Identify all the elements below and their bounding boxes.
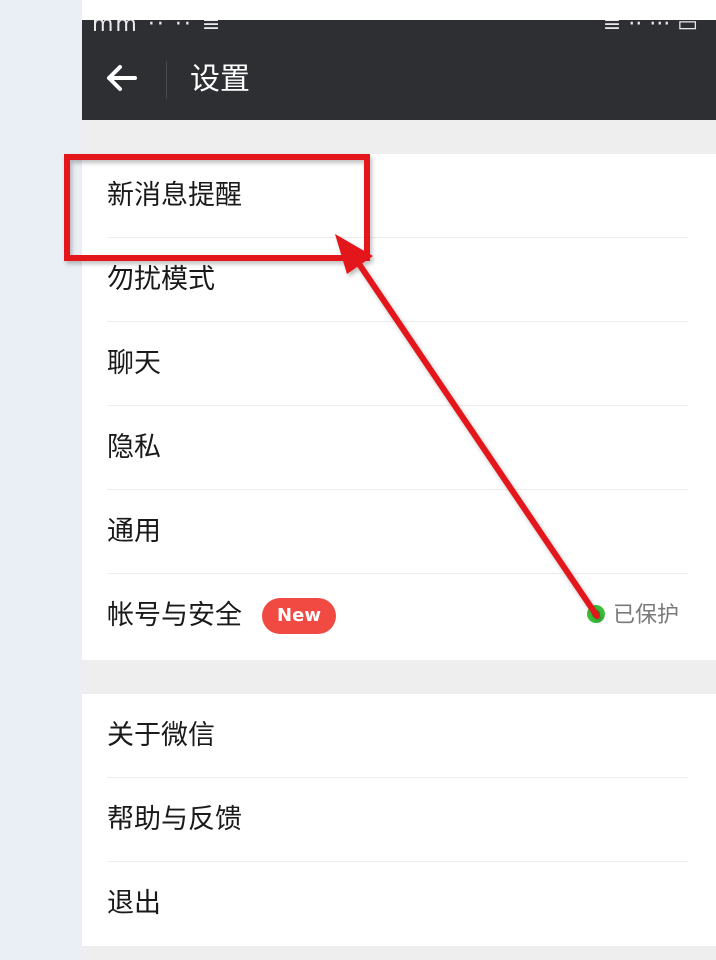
settings-screen: mm ·· ·· ≡ ≡ ·· ··· ▭ 设置 新消息提醒 勿扰模式 聊天 隐 bbox=[82, 20, 716, 960]
settings-item-log-out[interactable]: 退出 bbox=[82, 862, 716, 946]
status-bar-right: ≡ ·· ··· ▭ bbox=[602, 20, 698, 37]
settings-item-do-not-disturb[interactable]: 勿扰模式 bbox=[82, 238, 716, 322]
settings-item-label: 新消息提醒 bbox=[107, 180, 242, 211]
settings-item-label: 聊天 bbox=[107, 348, 161, 379]
back-button[interactable] bbox=[96, 56, 148, 104]
settings-item-chat[interactable]: 聊天 bbox=[82, 322, 716, 406]
settings-item-about-wechat[interactable]: 关于微信 bbox=[82, 694, 716, 778]
arrow-left-icon bbox=[106, 64, 138, 96]
protected-status-dot-icon bbox=[587, 605, 605, 623]
screenshot-top-margin bbox=[0, 0, 716, 20]
settings-item-label: 帮助与反馈 bbox=[107, 804, 242, 835]
status-bar: mm ·· ·· ≡ ≡ ·· ··· ▭ bbox=[82, 20, 716, 40]
title-bar: 设置 bbox=[82, 40, 716, 120]
settings-item-label: 退出 bbox=[107, 888, 161, 919]
settings-item-label: 帐号与安全 bbox=[107, 600, 242, 631]
title-divider bbox=[166, 62, 167, 98]
settings-item-label: 通用 bbox=[107, 516, 161, 547]
screenshot-left-margin bbox=[0, 0, 82, 960]
settings-item-privacy[interactable]: 隐私 bbox=[82, 406, 716, 490]
new-badge: New bbox=[262, 598, 336, 634]
settings-item-help-feedback[interactable]: 帮助与反馈 bbox=[82, 778, 716, 862]
settings-item-new-message-alerts[interactable]: 新消息提醒 bbox=[82, 154, 716, 238]
status-bar-left: mm ·· ·· ≡ bbox=[92, 20, 223, 37]
settings-group-secondary: 关于微信 帮助与反馈 退出 bbox=[82, 694, 716, 946]
settings-item-label: 隐私 bbox=[107, 432, 161, 463]
page-title: 设置 bbox=[190, 62, 250, 97]
protected-status-text: 已保护 bbox=[613, 603, 680, 628]
settings-item-label: 勿扰模式 bbox=[107, 264, 215, 295]
settings-item-account-security[interactable]: 帐号与安全 New 已保护 bbox=[82, 574, 716, 658]
settings-item-label: 关于微信 bbox=[107, 720, 215, 751]
settings-group-main: 新消息提醒 勿扰模式 聊天 隐私 通用 帐号与安全 New 已保护 bbox=[82, 154, 716, 660]
settings-item-general[interactable]: 通用 bbox=[82, 490, 716, 574]
